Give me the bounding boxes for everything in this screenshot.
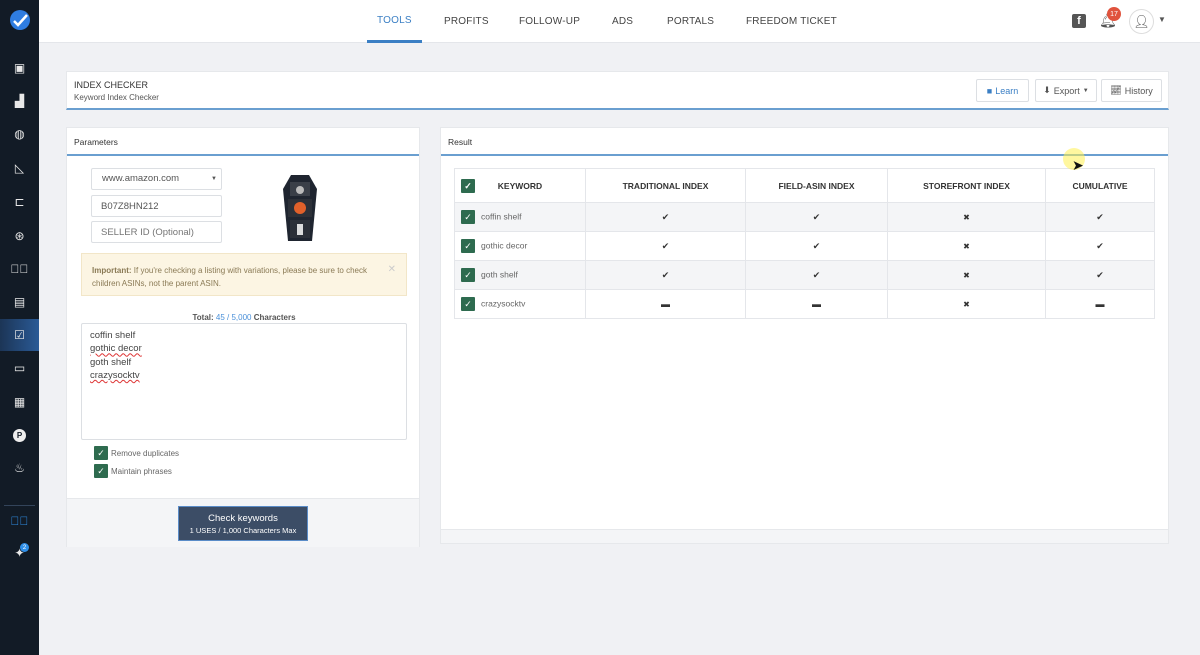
globe-icon[interactable]: ◍ [0, 118, 39, 150]
keyword-icon[interactable]: ⊏ [0, 186, 39, 218]
header-card: INDEX CHECKER Keyword Index Checker ■ Lea… [66, 71, 1169, 110]
dropdown-arrow-icon: ▼ [211, 176, 217, 182]
sidebar: ▣ ▟ ◍ ◺ ⊏ ⊛ ✓⃝ ▤ ☑ ▭ ▦ P ♨ ▶⃝ ✦ 2 [0, 0, 39, 655]
storefront-status-icon: ✖ [887, 202, 1046, 232]
row-checkbox[interactable]: ✓ [461, 210, 475, 224]
column-field-asin-index: FIELD-ASIN INDEX [745, 168, 888, 203]
tab-tools[interactable]: TOOLS [367, 0, 422, 43]
result-title: Result [441, 128, 1168, 156]
traditional-status-icon: ✔ [585, 202, 746, 232]
page-title: INDEX CHECKER [74, 80, 149, 90]
table-row: ✓ crazysocktv ▬ ▬ ✖ ▬ [454, 289, 1155, 319]
storefront-status-icon: ✖ [887, 289, 1046, 319]
document-icon[interactable]: ▤ [0, 286, 39, 318]
top-nav: TOOLS PROFITS FOLLOW-UP ADS PORTALS FREE… [39, 0, 1200, 43]
parameters-card: Parameters www.amazon.com▼ Important: If… [66, 127, 420, 547]
marketplace-select[interactable]: www.amazon.com ▼ [91, 168, 222, 190]
field-status-icon: ✔ [745, 260, 888, 290]
row-checkbox[interactable]: ✓ [461, 297, 475, 311]
remove-duplicates-checkbox[interactable]: ✓ Remove duplicates [94, 446, 179, 460]
history-button[interactable]: 📈︎ History [1101, 79, 1162, 102]
close-icon[interactable]: ✕ [388, 263, 396, 276]
result-card: Result ✓ KEYWORD TRADITIONAL INDEX FIELD-… [440, 127, 1169, 544]
seller-id-input[interactable] [91, 221, 222, 243]
column-traditional-index: TRADITIONAL INDEX [585, 168, 746, 203]
check-icon: ✓ [94, 464, 108, 478]
export-button[interactable]: ⬇ Export ▼ [1035, 79, 1097, 102]
keyword-cell: ✓ goth shelf [454, 260, 586, 290]
caret-icon: ▼ [1082, 87, 1089, 94]
traditional-status-icon: ✔ [585, 260, 746, 290]
genie-lamp-icon[interactable]: ♨ [0, 452, 39, 484]
asin-input[interactable] [91, 195, 222, 217]
keyword-cell: ✓ gothic decor [454, 231, 586, 261]
parameters-title: Parameters [67, 128, 419, 156]
table-row: ✓ gothic decor ✔ ✔ ✖ ✔ [454, 231, 1155, 261]
maintain-phrases-checkbox[interactable]: ✓ Maintain phrases [94, 464, 172, 478]
field-status-icon: ✔ [745, 231, 888, 261]
cumulative-status-icon: ✔ [1045, 231, 1155, 261]
cumulative-status-icon: ✔ [1045, 260, 1155, 290]
learn-button[interactable]: ■ Learn [976, 79, 1029, 102]
warehouse-icon[interactable]: ▦ [0, 386, 39, 418]
check-circle-icon[interactable]: ✓⃝ [0, 253, 39, 285]
product-research-icon[interactable]: ▣ [0, 52, 39, 84]
row-checkbox[interactable]: ✓ [461, 268, 475, 282]
result-table: ✓ KEYWORD TRADITIONAL INDEX FIELD-ASIN IN… [454, 168, 1155, 319]
keyword-cell: ✓ crazysocktv [454, 289, 586, 319]
field-status-icon: ▬ [745, 289, 888, 319]
tab-profits[interactable]: PROFITS [444, 0, 489, 43]
chart-icon[interactable]: ◺ [0, 152, 39, 184]
analytics-icon[interactable]: ▟ [0, 85, 39, 117]
keywords-textarea[interactable]: coffin shelf gothic decor goth shelf cra… [81, 323, 407, 440]
video-icon: ■ [986, 85, 993, 96]
column-cumulative: CUMULATIVE [1045, 168, 1155, 203]
traditional-status-icon: ▬ [585, 289, 746, 319]
cumulative-status-icon: ▬ [1045, 289, 1155, 319]
tab-follow-up[interactable]: FOLLOW-UP [519, 0, 580, 43]
pin-badge: 2 [20, 543, 29, 552]
chevron-down-icon[interactable]: ▼ [1158, 15, 1166, 24]
tab-ads[interactable]: ADS [612, 0, 633, 43]
tab-freedom-ticket[interactable]: FREEDOM TICKET [746, 0, 837, 43]
play-icon[interactable]: ▶⃝ [0, 505, 39, 537]
page-subtitle: Keyword Index Checker [74, 93, 159, 102]
table-row: ✓ goth shelf ✔ ✔ ✖ ✔ [454, 260, 1155, 290]
column-storefront-index: STOREFRONT INDEX [887, 168, 1046, 203]
character-total: Total: 45 / 5,000 Characters [192, 313, 296, 322]
result-footer [441, 529, 1168, 543]
check-keywords-button[interactable]: Check keywords 1 USES / 1,000 Characters … [178, 506, 308, 541]
product-image [282, 174, 318, 244]
line-chart-icon: 📈︎ [1110, 85, 1122, 95]
cumulative-status-icon: ✔ [1045, 202, 1155, 232]
traditional-status-icon: ✔ [585, 231, 746, 261]
row-checkbox[interactable]: ✓ [461, 239, 475, 253]
download-icon: ⬇ [1043, 85, 1051, 95]
avatar[interactable]: 👤︎ [1129, 9, 1154, 34]
storefront-status-icon: ✖ [887, 231, 1046, 261]
tab-portals[interactable]: PORTALS [667, 0, 714, 43]
facebook-icon[interactable]: f [1072, 14, 1086, 28]
check-icon: ✓ [94, 446, 108, 460]
logo[interactable] [0, 4, 39, 36]
storefront-status-icon: ✖ [887, 260, 1046, 290]
notification-badge: 17 [1107, 7, 1121, 21]
table-header: ✓ KEYWORD TRADITIONAL INDEX FIELD-ASIN IN… [454, 168, 1155, 203]
variations-alert: Important: If you're checking a listing … [81, 253, 407, 296]
column-keyword: ✓ KEYWORD [454, 168, 586, 203]
field-status-icon: ✔ [745, 202, 888, 232]
p-icon[interactable]: P [0, 419, 39, 451]
select-all-checkbox[interactable]: ✓ [461, 179, 475, 193]
mouse-cursor-icon: ➤ [1072, 157, 1084, 173]
parameters-footer: Check keywords 1 USES / 1,000 Characters … [67, 498, 419, 547]
keyword-cell: ✓ coffin shelf [454, 202, 586, 232]
pin-icon[interactable]: ✦ 2 [0, 537, 39, 569]
index-checker-icon[interactable]: ☑ [0, 319, 39, 351]
table-row: ✓ coffin shelf ✔ ✔ ✖ ✔ [454, 202, 1155, 232]
reel-icon[interactable]: ⊛ [0, 220, 39, 252]
store-icon[interactable]: ▭ [0, 352, 39, 384]
